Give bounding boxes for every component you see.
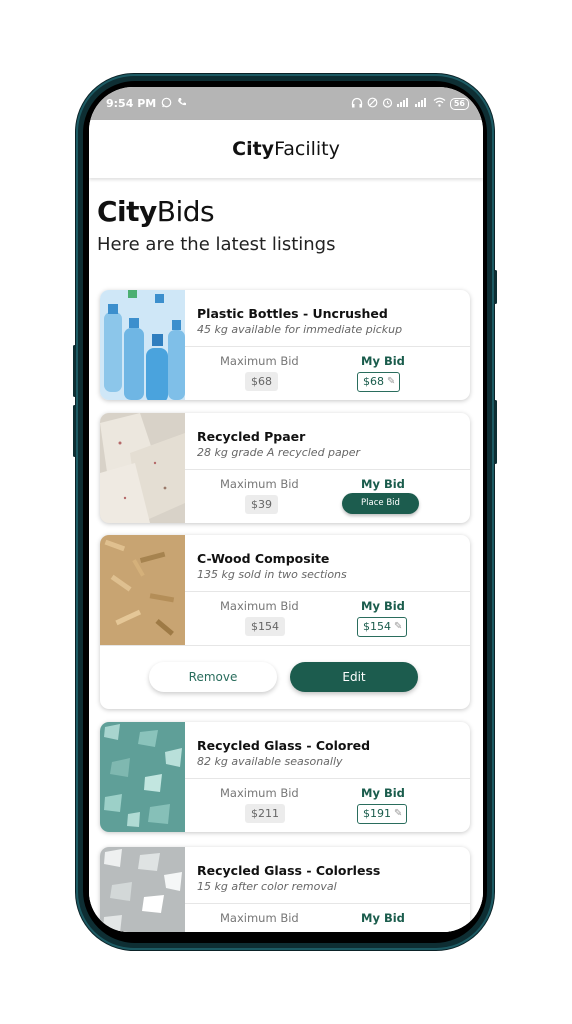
headphones-icon xyxy=(351,97,363,111)
status-bar: 9:54 PM 56 xyxy=(89,87,483,120)
listing-card[interactable]: Recycled Ppaer 28 kg grade A recycled pa… xyxy=(100,413,470,523)
phone-screen: 9:54 PM 56 CityFacility CityBids Here ar… xyxy=(89,87,483,932)
place-bid-button[interactable]: Place Bid xyxy=(342,493,419,514)
alarm-icon xyxy=(382,97,393,111)
max-bid-label: Maximum Bid xyxy=(220,599,299,613)
listing-description: 135 kg sold in two sections xyxy=(197,568,347,581)
listing-card[interactable]: Recycled Glass - Colored 82 kg available… xyxy=(100,722,470,832)
signal-icon xyxy=(414,97,429,110)
page-title: CityBids xyxy=(97,195,215,228)
phone-call-icon xyxy=(177,97,187,110)
listing-description: 82 kg available seasonally xyxy=(197,755,343,768)
divider xyxy=(185,591,470,592)
colored-glass-image xyxy=(100,722,185,832)
listing-title: Recycled Glass - Colored xyxy=(197,738,371,753)
status-time: 9:54 PM xyxy=(106,97,157,110)
signal-icon xyxy=(396,97,411,110)
my-bid-edit-field[interactable]: $191 ✎ xyxy=(357,804,408,824)
divider xyxy=(185,346,470,347)
my-bid-edit-field[interactable]: $68 ✎ xyxy=(357,372,401,392)
max-bid-label: Maximum Bid xyxy=(220,786,299,800)
pencil-icon: ✎ xyxy=(387,376,396,387)
listing-description: 28 kg grade A recycled paper xyxy=(197,446,361,459)
listing-title: Recycled Glass - Colorless xyxy=(197,863,381,878)
edit-button[interactable]: Edit xyxy=(290,662,418,692)
plastic-bottles-image xyxy=(100,290,185,400)
phone-side-button xyxy=(494,270,497,304)
pencil-icon: ✎ xyxy=(394,808,403,819)
listing-title: Recycled Ppaer xyxy=(197,429,306,444)
recycled-paper-image xyxy=(100,413,185,523)
dnd-icon xyxy=(367,97,378,111)
divider xyxy=(185,903,470,904)
max-bid-value: $154 xyxy=(245,617,285,636)
listing-title: Plastic Bottles - Uncrushed xyxy=(197,306,388,321)
divider xyxy=(185,778,470,779)
max-bid-value: $211 xyxy=(245,804,285,823)
app-title: CityFacility xyxy=(232,138,340,160)
divider xyxy=(100,645,470,646)
pencil-icon: ✎ xyxy=(394,621,403,632)
listings-scroll-area[interactable]: CityBids Here are the latest listings Pl… xyxy=(89,178,483,932)
listing-description: 45 kg available for immediate pickup xyxy=(197,323,403,336)
my-bid-value: $68 xyxy=(363,375,384,388)
my-bid-label: My Bid xyxy=(361,786,405,800)
page-subtitle: Here are the latest listings xyxy=(97,234,336,255)
listing-card[interactable]: Plastic Bottles - Uncrushed 45 kg availa… xyxy=(100,290,470,400)
whatsapp-icon xyxy=(161,97,172,111)
my-bid-label: My Bid xyxy=(361,911,405,925)
max-bid-label: Maximum Bid xyxy=(220,477,299,491)
my-bid-value: $154 xyxy=(363,620,391,633)
phone-side-button xyxy=(73,405,76,457)
battery-indicator: 56 xyxy=(449,97,469,110)
wifi-icon xyxy=(433,97,446,110)
listing-card[interactable]: Recycled Glass - Colorless 15 kg after c… xyxy=(100,847,470,932)
wood-composite-image xyxy=(100,535,185,645)
max-bid-label: Maximum Bid xyxy=(220,354,299,368)
remove-button[interactable]: Remove xyxy=(149,662,277,692)
divider xyxy=(185,469,470,470)
my-bid-label: My Bid xyxy=(361,599,405,613)
phone-side-button xyxy=(73,345,76,397)
listing-description: 15 kg after color removal xyxy=(197,880,337,893)
app-header: CityFacility xyxy=(89,120,483,178)
listing-card[interactable]: C-Wood Composite 135 kg sold in two sect… xyxy=(100,535,470,709)
my-bid-label: My Bid xyxy=(361,477,405,491)
max-bid-value: $39 xyxy=(245,495,278,514)
my-bid-label: My Bid xyxy=(361,354,405,368)
colorless-glass-image xyxy=(100,847,185,932)
phone-side-button xyxy=(494,400,497,464)
my-bid-edit-field[interactable]: $154 ✎ xyxy=(357,617,408,637)
listing-title: C-Wood Composite xyxy=(197,551,330,566)
max-bid-value: $68 xyxy=(245,372,278,391)
max-bid-label: Maximum Bid xyxy=(220,911,299,925)
my-bid-value: $191 xyxy=(363,807,391,820)
